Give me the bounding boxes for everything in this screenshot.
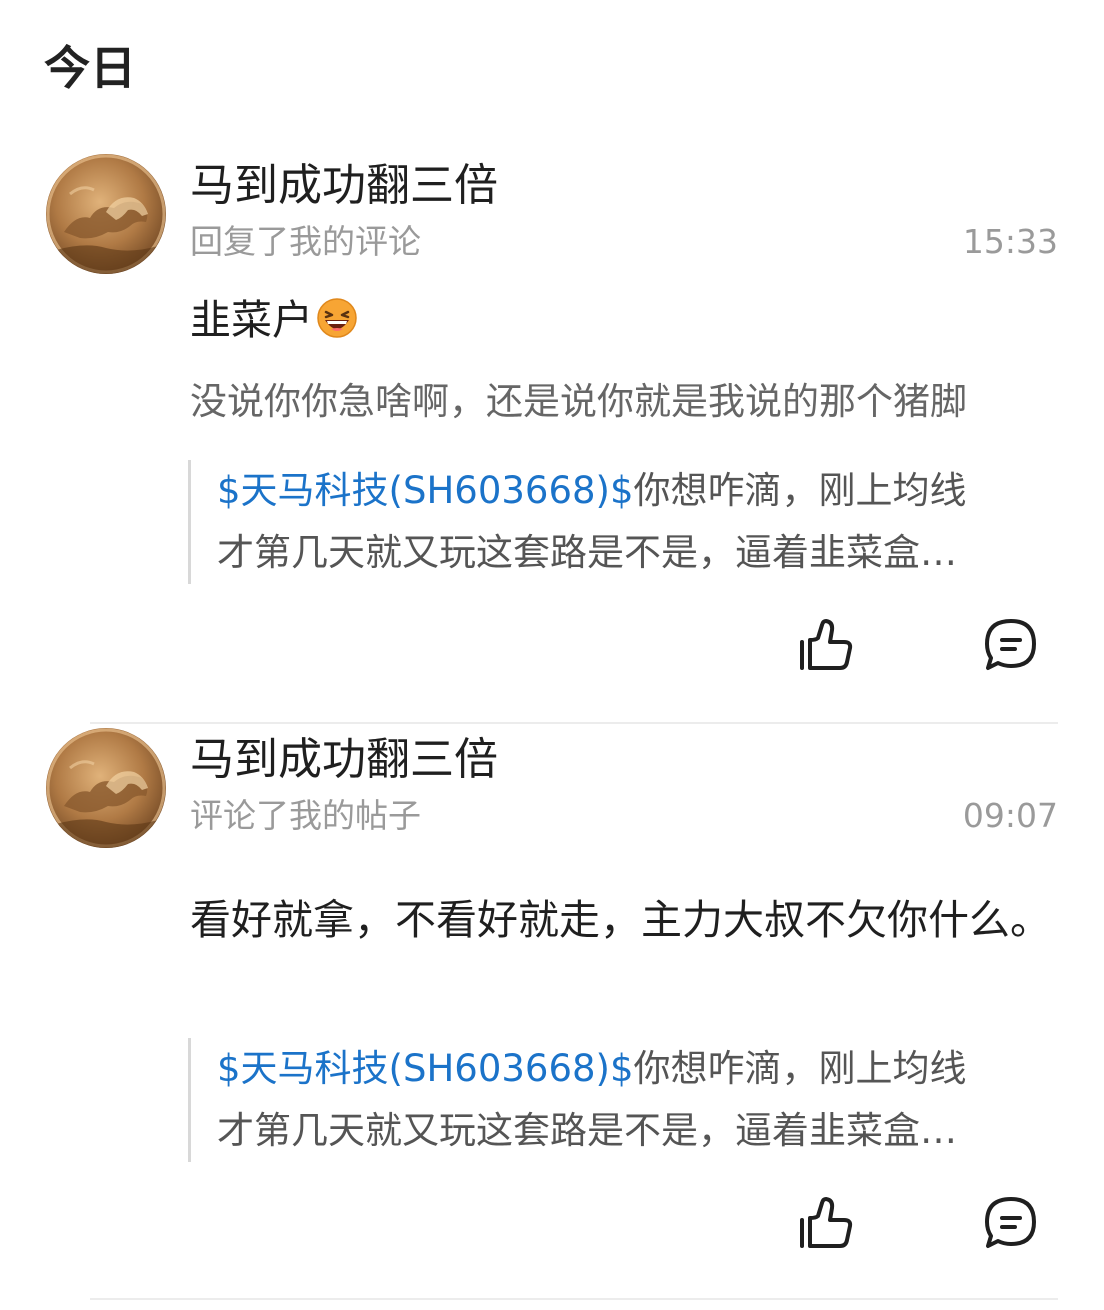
notification-item[interactable]: 马到成功翻三倍 评论了我的帖子 09:07 看好就拿，不看好就走，主力大叔不欠你… (0, 724, 1104, 1300)
laughing-emoji-icon (317, 294, 357, 338)
thumbs-up-icon (800, 1197, 853, 1248)
comment-bubble-icon (985, 619, 1036, 670)
timestamp: 09:07 (962, 796, 1058, 835)
like-button[interactable] (796, 616, 854, 674)
comment-button[interactable] (982, 616, 1040, 674)
quote-text-line1: 你想咋滴，刚上均线 (633, 1047, 967, 1090)
thumbs-up-icon (800, 619, 853, 670)
quoted-post[interactable]: $天马科技(SH603668)$你想咋滴，刚上均线 才第几天就又玩这套路是不是，… (188, 460, 1058, 584)
gold-coin-horse-avatar-image (46, 728, 166, 848)
stock-link[interactable]: $天马科技(SH603668)$ (217, 1047, 634, 1090)
notification-item[interactable]: 马到成功翻三倍 回复了我的评论 15:33 韭菜户 没说你你急啥啊，还是说你就是… (0, 150, 1104, 724)
stock-link[interactable]: $天马科技(SH603668)$ (217, 469, 634, 512)
timestamp: 15:33 (962, 222, 1058, 261)
quote-text-line2: 才第几天就又玩这套路是不是，逼着韭菜盒… (217, 1109, 957, 1152)
avatar[interactable] (46, 728, 166, 848)
comment-bubble-icon (985, 1197, 1036, 1248)
action-text: 回复了我的评论 (190, 222, 421, 261)
username[interactable]: 马到成功翻三倍 (190, 154, 498, 218)
avatar[interactable] (46, 154, 166, 274)
reply-text[interactable]: 看好就拿，不看好就走，主力大叔不欠你什么。 (190, 890, 1058, 950)
my-comment-text[interactable]: 没说你你急啥啊，还是说你就是我说的那个猪脚 (190, 376, 1058, 428)
quote-text-line1: 你想咋滴，刚上均线 (633, 469, 967, 512)
action-text: 评论了我的帖子 (190, 796, 421, 835)
quote-text-line2: 才第几天就又玩这套路是不是，逼着韭菜盒… (217, 531, 957, 574)
username[interactable]: 马到成功翻三倍 (190, 728, 498, 792)
reply-text: 韭菜户 (190, 296, 313, 344)
reply-content[interactable]: 韭菜户 (190, 290, 1058, 350)
comment-button[interactable] (982, 1194, 1040, 1252)
quoted-post[interactable]: $天马科技(SH603668)$你想咋滴，刚上均线 才第几天就又玩这套路是不是，… (188, 1038, 1058, 1162)
gold-coin-horse-avatar-image (46, 154, 166, 274)
divider (90, 1298, 1058, 1300)
like-button[interactable] (796, 1194, 854, 1252)
section-title-today: 今日 (44, 41, 136, 95)
